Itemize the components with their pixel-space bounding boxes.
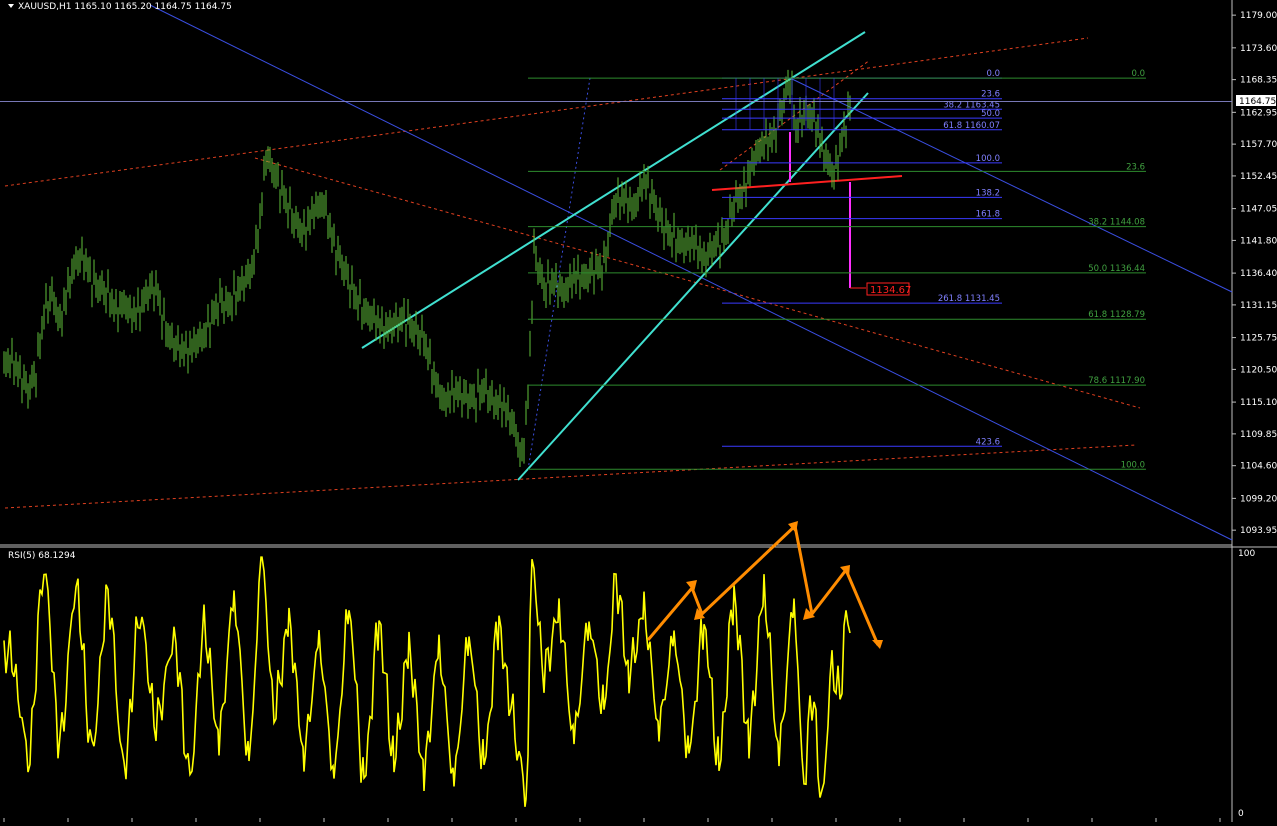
fib-left-label: 423.6: [976, 437, 1000, 447]
fib-right-label: 100.0: [1121, 460, 1145, 470]
trading-chart[interactable]: 0.0 23.6 38.2 1163.45 50.0 61.8 1160.07 100.0…: [0, 0, 1277, 822]
price-tick-label: 1099.20: [1240, 494, 1277, 504]
rsi-level-top: 100: [1238, 549, 1255, 559]
symbol-header: XAUUSD,H1 1165.10 1165.20 1164.75 1164.7…: [18, 2, 232, 12]
price-tick-label: 1147.05: [1240, 205, 1277, 215]
price-tick-label: 1104.60: [1240, 462, 1277, 472]
price-tick-label: 1168.35: [1240, 76, 1277, 86]
price-tick-label: 1179.00: [1240, 11, 1277, 21]
fib-left-label: 100.0: [976, 154, 1000, 164]
price-tick-label: 1125.75: [1240, 334, 1277, 344]
price-tick-label: 1120.50: [1240, 365, 1277, 375]
chart-canvas[interactable]: 0.023.638.2 1163.4550.061.8 1160.07100.0…: [0, 0, 1277, 822]
fib-right-label: 38.2 1144.08: [1088, 218, 1145, 228]
fib-right-label: 78.6 1117.90: [1088, 376, 1145, 386]
chart-background: [0, 0, 1277, 822]
rsi-label: RSI(5) 68.1294: [8, 551, 76, 561]
fib-right-label: 61.8 1128.79: [1088, 310, 1145, 320]
fib-left-label: 161.8: [976, 210, 1000, 220]
price-tick-label: 1136.40: [1240, 269, 1277, 279]
current-price-label: 1164.75: [1239, 97, 1276, 107]
fib-left-label: 23.6: [981, 90, 1000, 100]
fib-left-label: 50.0: [981, 109, 1000, 119]
price-tick-label: 1115.10: [1240, 398, 1277, 408]
fib-right-label: 50.0 1136.44: [1088, 264, 1145, 274]
price-tick-label: 1173.60: [1240, 44, 1277, 54]
price-tick-label: 1131.15: [1240, 301, 1277, 311]
price-tick-label: 1152.45: [1240, 172, 1277, 182]
fib-left-label: 261.8 1131.45: [938, 294, 1000, 304]
fib-right-label: 0.0: [1131, 69, 1145, 79]
price-tick-label: 1093.95: [1240, 526, 1277, 536]
price-tick-label: 1157.70: [1240, 140, 1277, 150]
price-tick-label: 1109.85: [1240, 430, 1277, 440]
rsi-level-bottom: 0: [1238, 809, 1244, 819]
fib-left-label: 61.8 1160.07: [943, 121, 1000, 131]
target-price-label: 1134.67: [870, 285, 911, 296]
price-tick-label: 1141.80: [1240, 236, 1277, 246]
fib-left-label: 138.2: [976, 188, 1000, 198]
fib-right-label: 23.6: [1126, 162, 1145, 172]
price-tick-label: 1162.95: [1240, 108, 1277, 118]
